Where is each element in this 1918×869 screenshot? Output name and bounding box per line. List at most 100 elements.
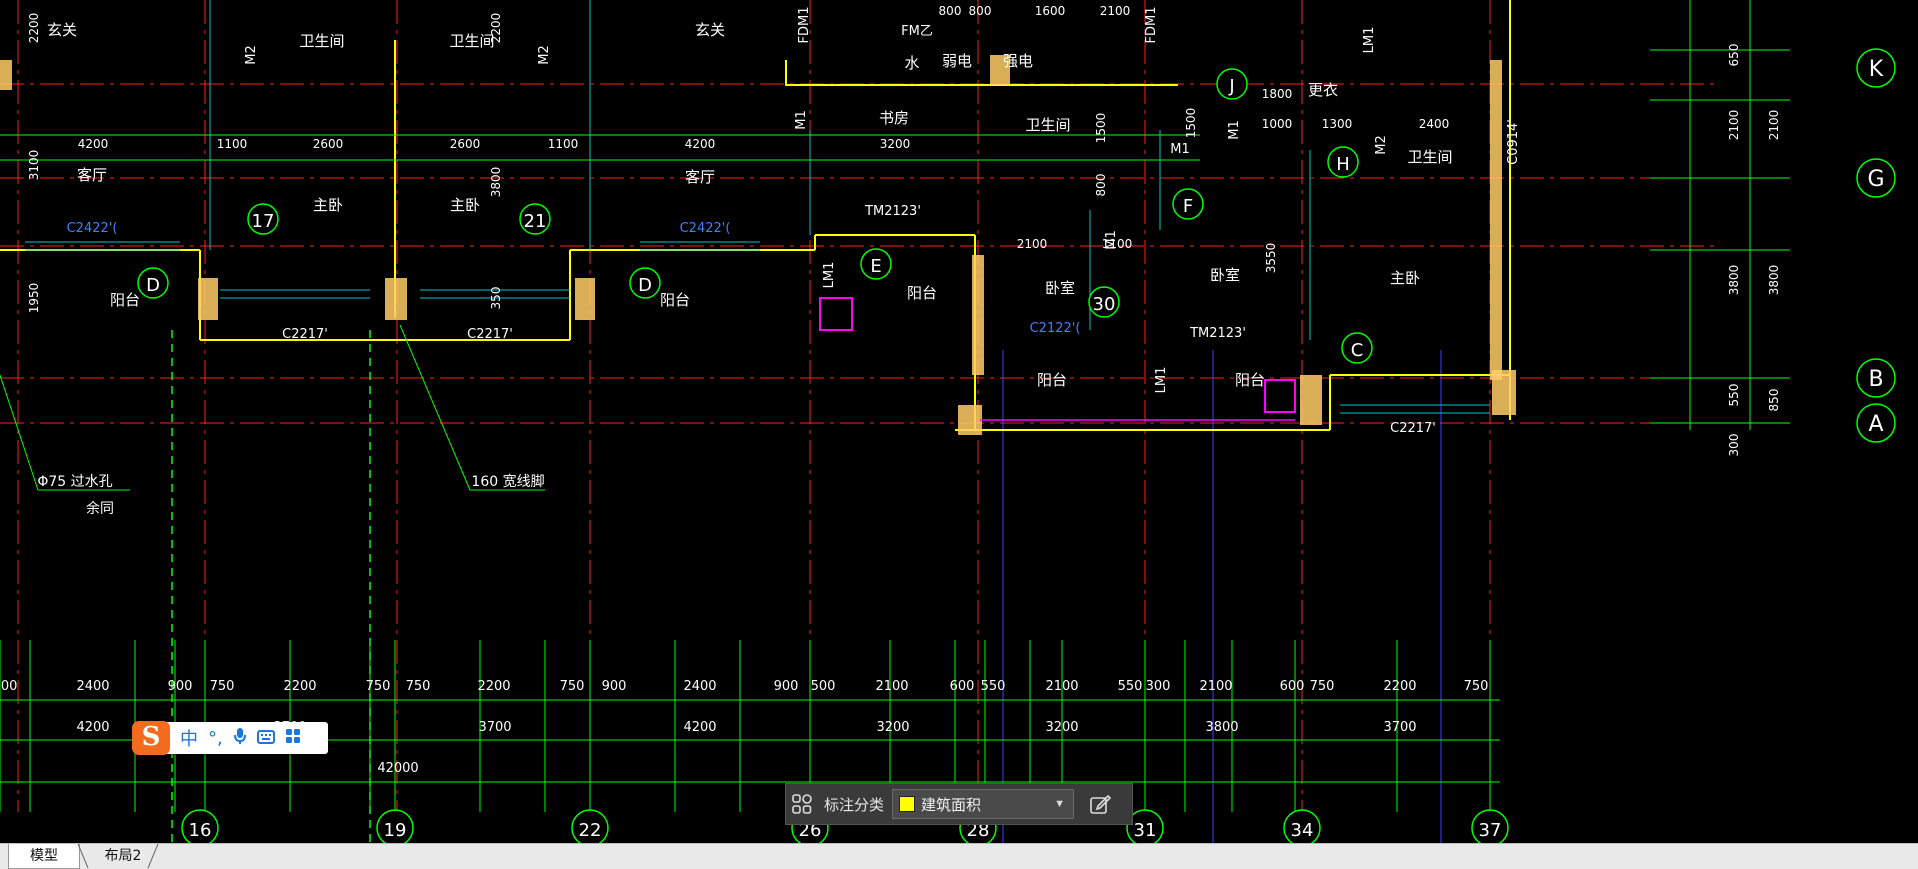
room-label: 主卧	[450, 196, 480, 214]
axis-bubble: 21	[524, 211, 547, 232]
dimension-value: 300	[1727, 434, 1741, 457]
dimension-value: 550	[981, 679, 1006, 694]
room-label: 卧室	[1210, 266, 1240, 284]
note-label: 160 宽线脚	[471, 473, 544, 490]
axis-bubble: K	[1869, 57, 1884, 82]
dimension-value: 550	[1118, 679, 1143, 694]
room-label: 水	[904, 54, 919, 72]
note-label: Φ75 过水孔	[37, 474, 112, 490]
leader-line	[0, 374, 39, 491]
axis-bubble: H	[1336, 154, 1350, 175]
note-label: 余同	[86, 500, 114, 517]
wall-column	[1490, 60, 1502, 380]
axis-bubble: 30	[1093, 294, 1116, 315]
wall-column	[0, 60, 12, 90]
dimension-value: 4200	[685, 137, 716, 151]
annotation-category-select[interactable]: 建筑面积 ▼	[892, 789, 1075, 819]
axis-bubble: 16	[189, 820, 212, 841]
axis-grid	[0, 0, 1720, 843]
axis-bubble: B	[1868, 367, 1883, 392]
dimension-value: 4200	[683, 720, 716, 735]
room-label: 卧室	[1045, 279, 1075, 297]
door-window-label: M1	[1104, 230, 1119, 250]
dimension-value: 1950	[27, 283, 41, 314]
door-window-label: C2422'(	[680, 221, 731, 236]
annotation-category-value: 建筑面积	[921, 796, 982, 814]
cad-drawing-canvas[interactable]: 900 2400 900 750 2200 750 750 2200 750 900 2400 900…	[0, 0, 1918, 843]
chevron-down-icon[interactable]: ▼	[1054, 798, 1065, 810]
room-label: 主卧	[313, 196, 343, 214]
dimension-value: 3100	[27, 150, 41, 181]
axis-bubble: E	[870, 256, 881, 277]
dimension-value: 650	[1727, 44, 1741, 67]
dimension-value: 900	[0, 679, 17, 694]
dimension-value: 3700	[1383, 720, 1416, 735]
dimension-value: 1100	[217, 137, 248, 151]
door-window-label: FDM1	[1144, 7, 1159, 44]
room-label: 弱电	[942, 52, 972, 70]
dimension-value: 1100	[548, 137, 579, 151]
dimension-value: 2100	[875, 679, 908, 694]
room-label: 卫生间	[449, 32, 494, 50]
dimension-value: 2400	[683, 679, 716, 694]
dimension-value: 1500	[1184, 108, 1198, 139]
door-window-label: LM1	[822, 262, 837, 289]
ime-punct-label[interactable]: °,	[208, 728, 223, 749]
dimension-value: 900	[774, 679, 799, 694]
dimension-value: 750	[1464, 679, 1489, 694]
annotation-category-label: 标注分类	[824, 796, 885, 814]
door-window-label: LM1	[1154, 367, 1169, 394]
axis-bubble: A	[1868, 412, 1883, 437]
dimension-value: 750	[560, 679, 585, 694]
sogou-logo-icon[interactable]: S	[132, 721, 170, 755]
dimension-value: 750	[366, 679, 391, 694]
door-window-label: M1	[1227, 120, 1242, 140]
dimension-value: 3200	[880, 137, 911, 151]
axis-bubble: 22	[579, 820, 602, 841]
door-window-label: LM1	[1362, 27, 1377, 54]
ime-toolbar[interactable]: S 中 °,	[132, 721, 328, 755]
door-window-label: M2	[537, 45, 552, 65]
edit-icon[interactable]	[1084, 788, 1116, 820]
dimension-value: 500	[811, 679, 836, 694]
layout-tab-bar: 模型 布局2	[0, 843, 1918, 869]
dimension-value: 2100	[1767, 110, 1781, 141]
dimension-value: 2100	[1727, 110, 1741, 141]
layers-icon[interactable]	[786, 788, 818, 820]
door-window-label: M2	[244, 45, 259, 65]
axis-bubble: D	[146, 275, 160, 296]
wall-column	[575, 278, 595, 320]
room-label: 玄关	[695, 21, 725, 39]
door-window-label: M2	[1374, 135, 1389, 155]
door-window-label: FDM1	[797, 7, 812, 44]
dimension-value: 2400	[76, 679, 109, 694]
wall-column	[198, 278, 218, 320]
dimension-value: 3800	[1727, 265, 1741, 296]
room-label: 客厅	[77, 166, 107, 184]
dimension-value: 2400	[1419, 117, 1450, 131]
room-label: 主卧	[1390, 269, 1420, 287]
apps-grid-icon[interactable]	[285, 728, 301, 749]
keyboard-icon[interactable]	[256, 728, 275, 749]
dimension-value: 4200	[78, 137, 109, 151]
room-label: 强电	[1003, 52, 1033, 70]
dimension-value: 600	[950, 679, 975, 694]
door-window-label: C2122'(	[1030, 321, 1081, 336]
dimension-value: 750	[1310, 679, 1335, 694]
ime-mode-label[interactable]: 中	[180, 725, 198, 751]
dimension-value: 4200	[76, 720, 109, 735]
dimension-value: 3550	[1264, 243, 1278, 274]
room-label: 阳台	[660, 291, 690, 309]
axis-bubble: F	[1183, 196, 1193, 217]
dimension-value: 2100	[1017, 237, 1048, 251]
dimension-value: 3800	[1767, 265, 1781, 296]
door-window-label: C0914'	[1506, 119, 1521, 165]
mic-icon[interactable]	[233, 727, 247, 750]
axis-bubble: 34	[1291, 820, 1314, 841]
dimension-value: 750	[210, 679, 235, 694]
axis-bubbles-layer: 16 19 22 26 28 31 34 37KGBA17 2130D DEFJHC	[137, 48, 1896, 843]
dimension-value: 300	[1146, 679, 1171, 694]
dimension-value: 2100	[1199, 679, 1232, 694]
room-label: 阳台	[907, 284, 937, 302]
dimension-value: 2100	[1045, 679, 1078, 694]
